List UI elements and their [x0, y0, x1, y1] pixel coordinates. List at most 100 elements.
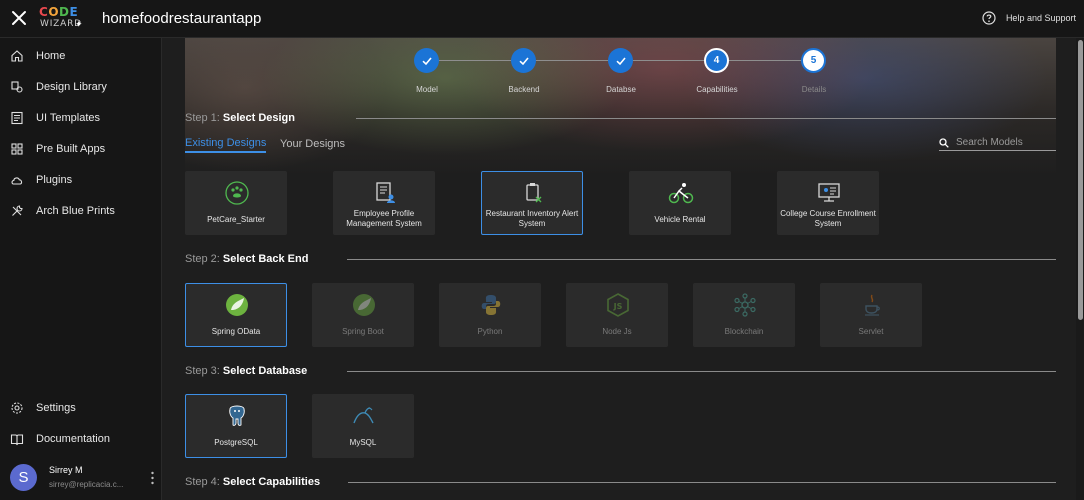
- close-icon[interactable]: [10, 9, 28, 27]
- check-icon: [615, 56, 626, 65]
- section-divider: [347, 371, 1056, 372]
- code-wizard-logo: CODE WIZARD ✦: [39, 5, 83, 29]
- step-label-database: Databse: [606, 85, 636, 94]
- step-label-model: Model: [416, 85, 438, 94]
- help-and-support-link[interactable]: Help and Support: [982, 11, 1076, 25]
- java-icon: [865, 294, 880, 316]
- user-email: sirrey@replicacia.c...: [49, 480, 124, 489]
- design-card-college-course[interactable]: College Course Enrollment System: [777, 171, 879, 235]
- templates-icon: [11, 111, 23, 125]
- user-name: Sirrey M: [49, 465, 83, 475]
- sidebar-item-pre-built-apps[interactable]: Pre Built Apps: [10, 139, 105, 159]
- card-label: Servlet: [858, 327, 884, 336]
- help-icon: [982, 11, 996, 25]
- card-label: MySQL: [349, 438, 377, 447]
- backend-card-python[interactable]: Python: [439, 283, 541, 347]
- sidebar-item-design-library[interactable]: Design Library: [10, 77, 107, 97]
- sidebar-item-label: Arch Blue Prints: [36, 205, 115, 217]
- card-label: Employee Profile Management System: [346, 209, 422, 228]
- sidebar-item-plugins[interactable]: Plugins: [10, 170, 72, 190]
- step3-heading: Select Database: [222, 365, 308, 377]
- backend-card-spring-boot[interactable]: Spring Boot: [312, 283, 414, 347]
- card-label: Vehicle Rental: [654, 215, 706, 224]
- spring-icon: [353, 294, 375, 316]
- search-icon: [939, 137, 949, 148]
- sidebar-item-label: Design Library: [36, 81, 107, 93]
- grid-icon: [11, 143, 23, 155]
- sidebar-item-ui-templates[interactable]: UI Templates: [10, 108, 100, 128]
- bicycle-icon: [668, 183, 694, 204]
- avatar: S: [10, 464, 37, 491]
- help-label: Help and Support: [1005, 13, 1076, 23]
- more-options-icon[interactable]: [151, 471, 154, 485]
- sidebar-item-documentation[interactable]: Documentation: [10, 429, 110, 449]
- design-card-employee-profile[interactable]: Employee Profile Management System: [333, 171, 435, 235]
- sidebar-item-label: Settings: [36, 402, 76, 414]
- mysql-icon: [353, 407, 374, 424]
- step2-heading: Select Back End: [222, 253, 309, 265]
- step2-title: Step 2: Select Back End: [185, 253, 308, 265]
- check-icon: [421, 56, 432, 65]
- library-icon: [11, 81, 23, 93]
- gear-icon: [11, 402, 23, 414]
- design-card-petcare-starter[interactable]: PetCare_Starter: [185, 171, 287, 235]
- spring-icon: [226, 294, 248, 316]
- step3-title: Step 3: Select Database: [185, 365, 307, 377]
- sidebar-item-settings[interactable]: Settings: [10, 398, 76, 418]
- section-divider: [356, 118, 1056, 119]
- card-label: PostgreSQL: [214, 438, 258, 447]
- card-label: College Course Enrollment System: [780, 209, 876, 228]
- step-label-details: Details: [801, 85, 827, 94]
- book-icon: [10, 434, 24, 446]
- sidebar: Home Design Library UI Templates Pre Bui…: [0, 38, 162, 500]
- svg-text:JS: JS: [613, 302, 623, 311]
- blockchain-icon: [734, 293, 756, 317]
- step-details-todo[interactable]: 5: [801, 48, 826, 73]
- tools-icon: [12, 205, 23, 216]
- sidebar-item-label: Pre Built Apps: [36, 143, 106, 155]
- scrollbar-thumb[interactable]: [1078, 40, 1083, 320]
- tab-your-designs[interactable]: Your Designs: [280, 138, 345, 150]
- database-card-mysql[interactable]: MySQL: [312, 394, 414, 458]
- card-label: Blockchain: [724, 327, 764, 336]
- main-content: Model Backend Databse 4 Capabilities 5 D…: [163, 38, 1076, 500]
- sidebar-item-label: UI Templates: [36, 112, 100, 124]
- tab-existing-designs[interactable]: Existing Designs: [185, 137, 267, 153]
- design-card-vehicle-rental[interactable]: Vehicle Rental: [629, 171, 731, 235]
- backend-card-spring-odata[interactable]: Spring OData: [185, 283, 287, 347]
- sidebar-item-home[interactable]: Home: [10, 46, 65, 66]
- step4-title: Step 4: Select Capabilities: [185, 476, 320, 488]
- app-title: homefoodrestaurantapp: [102, 10, 262, 27]
- postgresql-icon: [229, 405, 245, 426]
- card-label: Python: [477, 327, 503, 336]
- card-label: PetCare_Starter: [207, 215, 265, 224]
- step-model-done[interactable]: [414, 48, 439, 73]
- step-database-done[interactable]: [608, 48, 633, 73]
- pet-care-icon: [225, 181, 249, 205]
- card-label: Spring OData: [211, 327, 261, 336]
- search-input[interactable]: [956, 137, 1054, 148]
- section-divider: [348, 482, 1056, 483]
- step-backend-done[interactable]: [511, 48, 536, 73]
- step1-title: Step 1: Select Design: [185, 112, 295, 124]
- step-label-capabilities: Capabilities: [696, 85, 738, 94]
- sparkle-icon: ✦: [75, 19, 83, 29]
- nodejs-icon: JS: [607, 293, 629, 317]
- course-enrollment-icon: [818, 183, 840, 202]
- user-profile[interactable]: S Sirrey M sirrey@replicacia.c...: [10, 463, 160, 495]
- search-models[interactable]: [939, 135, 1056, 151]
- card-label: Spring Boot: [342, 327, 384, 336]
- cloud-icon: [11, 177, 23, 185]
- card-label: Restaurant Inventory Alert System: [485, 209, 579, 228]
- sidebar-item-label: Plugins: [36, 174, 73, 186]
- design-card-restaurant-inventory[interactable]: Restaurant Inventory Alert System: [481, 171, 583, 235]
- backend-card-nodejs[interactable]: JS Node Js: [566, 283, 668, 347]
- backend-card-servlet[interactable]: Servlet: [820, 283, 922, 347]
- step-capabilities-current[interactable]: 4: [704, 48, 729, 73]
- sidebar-item-arch-blue-prints[interactable]: Arch Blue Prints: [10, 201, 115, 221]
- backend-card-blockchain[interactable]: Blockchain: [693, 283, 795, 347]
- step2-prefix: Step 2:: [185, 253, 220, 265]
- step1-prefix: Step 1:: [185, 112, 220, 124]
- step1-heading: Select Design: [222, 112, 295, 124]
- database-card-postgresql[interactable]: PostgreSQL: [185, 394, 287, 458]
